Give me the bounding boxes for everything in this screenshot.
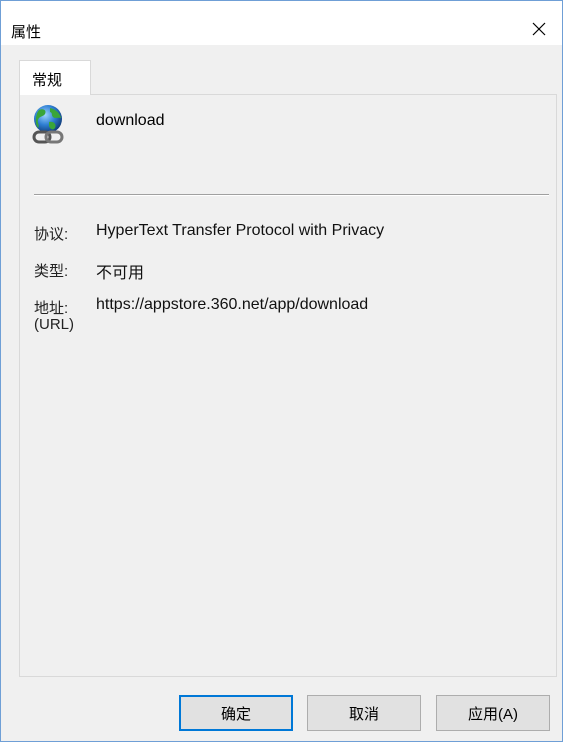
- protocol-label: 协议:: [34, 226, 69, 243]
- address-value: https://appstore.360.net/app/download: [96, 296, 369, 313]
- dialog-title: 属性: [11, 24, 42, 41]
- tab-general-label: 常规: [32, 72, 63, 89]
- address-label-url: (URL): [34, 316, 74, 333]
- apply-button-label: 应用(A): [468, 705, 518, 723]
- apply-button[interactable]: 应用(A): [436, 695, 550, 731]
- ok-button-label: 确定: [220, 705, 251, 723]
- properties-dialog: 属性 常规 download 协议: HyperText Transfer Pr…: [0, 0, 563, 742]
- close-button[interactable]: [516, 13, 562, 45]
- type-label: 类型:: [34, 263, 69, 280]
- general-panel: [19, 94, 557, 677]
- tab-general[interactable]: 常规: [19, 60, 91, 95]
- ok-button[interactable]: 确定: [179, 695, 293, 731]
- address-label: 地址:: [34, 300, 69, 317]
- divider: [34, 194, 549, 196]
- type-value: 不可用: [96, 265, 145, 282]
- cancel-button[interactable]: 取消: [307, 695, 421, 731]
- cancel-button-label: 取消: [348, 705, 379, 723]
- internet-shortcut-globe-icon: [32, 105, 64, 144]
- protocol-value: HyperText Transfer Protocol with Privacy: [96, 222, 385, 239]
- item-name: download: [96, 112, 165, 129]
- close-icon: [532, 22, 546, 36]
- title-bar: 属性: [1, 1, 562, 45]
